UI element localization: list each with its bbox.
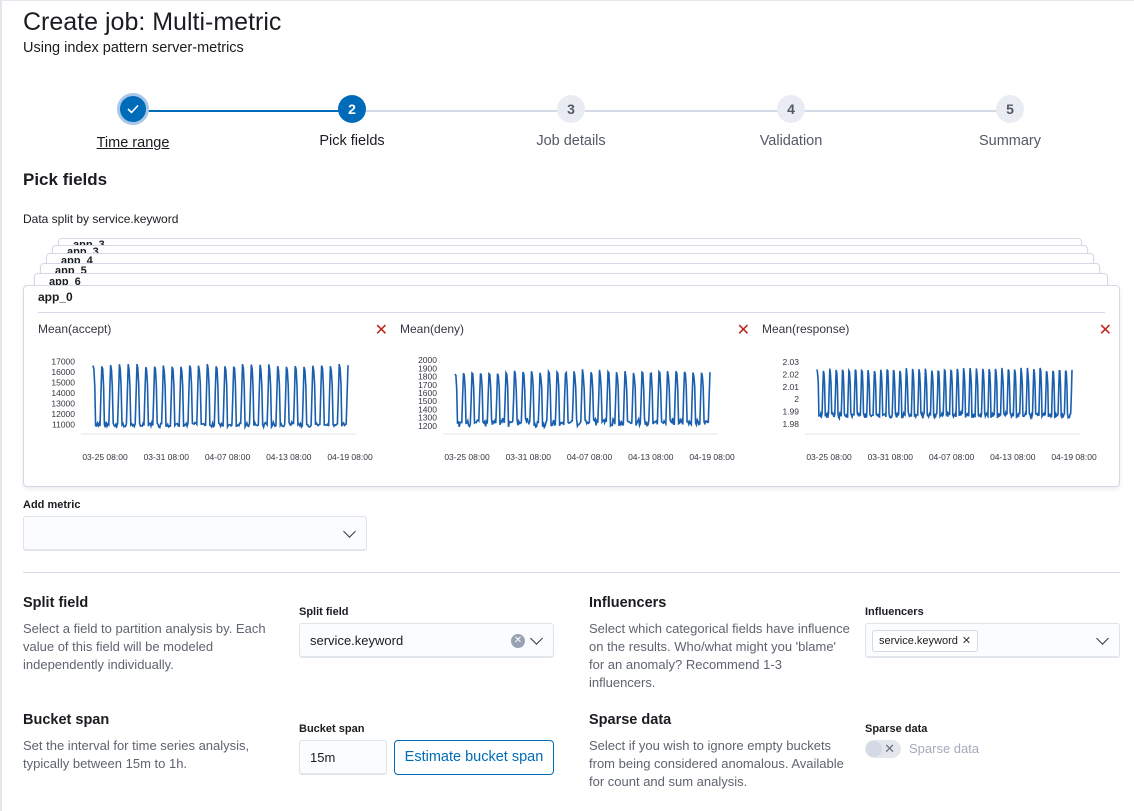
x-tick-label: 03-31 08:00 [144, 452, 190, 462]
chart-deny: Mean(deny) ✕ 2000 1900 1800 1700 1600 1500 140… [400, 318, 750, 468]
influencers-label: Influencers [865, 606, 924, 618]
split-field-label: Split field [299, 606, 349, 618]
step-number: 4 [777, 95, 805, 123]
split-field-title: Split field [23, 595, 89, 611]
y-tick-label: 11000 [52, 420, 75, 430]
x-tick-label: 03-31 08:00 [868, 452, 914, 462]
split-card-title: app_0 [38, 290, 73, 304]
step-job-details[interactable]: 3 Job details [491, 95, 651, 149]
series-line [92, 363, 349, 430]
x-tick-label: 03-31 08:00 [506, 452, 552, 462]
influencer-pill-label: service.keyword [879, 635, 958, 647]
step-pick-fields[interactable]: 2 Pick fields [272, 95, 432, 149]
influencers-title: Influencers [589, 595, 667, 611]
page-title: Create job: Multi-metric [23, 8, 282, 36]
step-number: 3 [557, 95, 585, 123]
x-tick-label: 03-25 08:00 [444, 452, 490, 462]
cross-icon: ✕ [884, 741, 895, 756]
chevron-down-icon[interactable] [530, 632, 543, 645]
x-tick-label: 04-07 08:00 [929, 452, 975, 462]
x-tick-label: 04-19 08:00 [327, 452, 373, 462]
card-divider [38, 312, 1105, 313]
sparse-data-toggle[interactable]: ✕ [865, 740, 901, 758]
y-tick-label: 17000 [51, 356, 75, 366]
y-tick-label: 15000 [51, 377, 75, 387]
sparse-data-title: Sparse data [589, 712, 672, 728]
influencers-combo[interactable]: service.keyword ✕ [865, 623, 1120, 658]
split-note: Data split by service.keyword [23, 212, 179, 226]
step-label: Job details [536, 133, 606, 149]
x-tick-label: 04-19 08:00 [689, 452, 735, 462]
split-field-description: Select a field to partition analysis by.… [23, 621, 266, 672]
step-label: Pick fields [319, 133, 385, 149]
chevron-down-icon[interactable] [1096, 632, 1109, 645]
step-label: Validation [759, 133, 823, 149]
y-tick-label: 2 [794, 394, 799, 404]
y-tick-label: 2.02 [782, 370, 799, 380]
step-label[interactable]: Time range [53, 135, 213, 151]
x-tick-label: 03-25 08:00 [806, 452, 852, 462]
split-field-combo[interactable]: service.keyword ✕ [299, 623, 554, 658]
section-heading: Pick fields [23, 170, 108, 189]
x-tick-label: 04-07 08:00 [205, 452, 251, 462]
chevron-down-icon [343, 525, 356, 538]
check-icon [117, 93, 149, 125]
split-card: app_0 Mean(accept) ✕ 17000 16000 15000 1400… [23, 285, 1120, 487]
x-tick-label: 04-13 08:00 [628, 452, 674, 462]
section-divider [23, 572, 1120, 573]
step-validation[interactable]: 4 Validation [711, 95, 871, 149]
split-field-value: service.keyword [310, 633, 404, 648]
bucket-span-title: Bucket span [23, 712, 110, 728]
toggle-knob [866, 741, 882, 757]
clear-icon[interactable]: ✕ [511, 634, 525, 648]
sparse-data-description: Select if you wish to ignore empty bucke… [589, 738, 844, 789]
step-label: Summary [978, 133, 1042, 149]
x-tick-label: 04-07 08:00 [567, 452, 613, 462]
x-tick-label: 04-13 08:00 [990, 452, 1036, 462]
estimate-bucket-span-button[interactable]: Estimate bucket span [394, 740, 554, 775]
chart-svg: 2.03 2.02 2.01 2 1.99 1.98 03-25 08:00 03-31 08… [782, 357, 1097, 462]
bucket-span-label: Bucket span [299, 723, 365, 735]
y-tick-label: 1.99 [782, 407, 799, 417]
step-time-range[interactable]: Time range [53, 93, 213, 151]
chart-response: Mean(response) ✕ 2.03 2.02 2.01 2 1.99 1.98 03… [762, 318, 1112, 468]
x-tick-label: 03-25 08:00 [82, 452, 128, 462]
chart-svg: 17000160001500014000130001200011000 03-25… [51, 356, 373, 462]
influencers-description: Select which categorical fields have inf… [589, 621, 850, 690]
y-tick-label: 2.01 [782, 382, 799, 392]
chart-svg: 20001900180017001600150014001300120003-2… [418, 355, 735, 462]
page-subtitle: Using index pattern server-metrics [23, 40, 244, 56]
sparse-data-label: Sparse data [865, 723, 928, 735]
bucket-span-description: Set the interval for time series analysi… [23, 738, 250, 771]
step-summary[interactable]: 5 Summary [930, 95, 1090, 149]
y-tick-label: 1200 [418, 421, 437, 431]
step-number: 5 [996, 95, 1024, 123]
remove-pill-icon[interactable]: ✕ [962, 635, 971, 647]
y-tick-label: 12000 [51, 409, 75, 419]
bucket-span-input[interactable]: 15m [299, 740, 387, 775]
add-metric-select[interactable] [23, 516, 367, 551]
sparse-data-toggle-label: Sparse data [909, 741, 980, 756]
y-tick-label: 13000 [51, 399, 75, 409]
y-tick-label: 16000 [51, 367, 75, 377]
add-metric-label: Add metric [23, 499, 81, 511]
series-line [816, 367, 1073, 421]
x-tick-label: 04-19 08:00 [1051, 452, 1097, 462]
y-tick-label: 14000 [51, 388, 75, 398]
x-tick-label: 04-13 08:00 [266, 452, 312, 462]
series-line [454, 368, 711, 430]
step-number: 2 [338, 95, 366, 123]
y-tick-label: 1.98 [782, 419, 799, 429]
influencer-pill: service.keyword ✕ [872, 630, 979, 652]
chart-accept: Mean(accept) ✕ 17000 16000 15000 14000 13000… [38, 318, 388, 468]
y-tick-label: 2.03 [782, 357, 799, 367]
